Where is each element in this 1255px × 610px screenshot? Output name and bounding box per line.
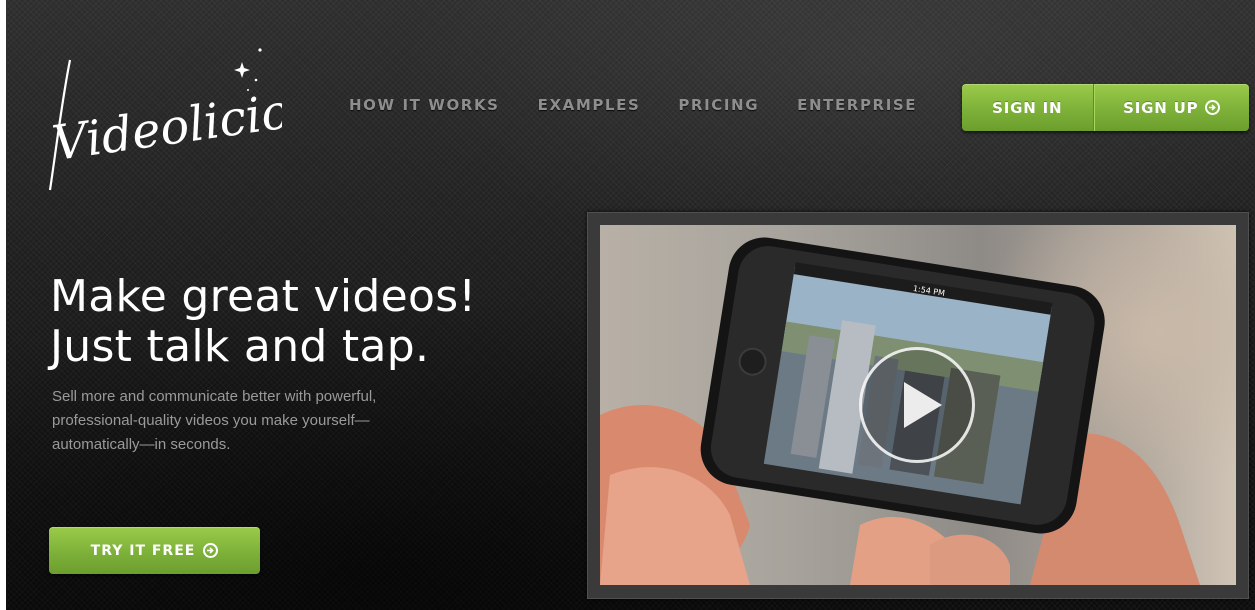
video-player[interactable]: 1:54 PM: [600, 225, 1236, 585]
hero-description: Sell more and communicate better with po…: [52, 388, 377, 453]
sign-up-label: SIGN UP: [1123, 98, 1199, 117]
play-button[interactable]: [859, 347, 975, 463]
sparkle-icon: [234, 48, 262, 91]
nav-examples[interactable]: EXAMPLES: [538, 96, 641, 114]
circle-arrow-right-icon: [203, 543, 219, 558]
hero-headline: Make great videos! Just talk and tap.: [50, 272, 476, 372]
headline-line-2: Just talk and tap.: [50, 321, 430, 372]
circle-arrow-right-icon: [1205, 100, 1221, 115]
play-icon: [904, 382, 942, 428]
video-player-frame: 1:54 PM: [587, 212, 1249, 599]
nav-how-it-works[interactable]: HOW IT WORKS: [349, 96, 500, 114]
headline-line-1: Make great videos!: [50, 271, 477, 322]
nav-pricing[interactable]: PRICING: [678, 96, 759, 114]
main-nav: HOW IT WORKS EXAMPLES PRICING ENTERPRISE: [349, 96, 917, 114]
hero-section: Videolicious HOW IT WORKS EXAMPLES PRICI…: [6, 0, 1255, 610]
try-it-free-label: TRY IT FREE: [90, 542, 196, 559]
sign-in-label: SIGN IN: [992, 98, 1063, 117]
page: Videolicious HOW IT WORKS EXAMPLES PRICI…: [0, 0, 1255, 610]
try-it-free-button[interactable]: TRY IT FREE: [49, 527, 260, 574]
auth-button-group: SIGN IN SIGN UP: [962, 84, 1249, 131]
logo[interactable]: Videolicious: [42, 40, 349, 200]
sign-in-button[interactable]: SIGN IN: [962, 84, 1094, 131]
sign-up-button[interactable]: SIGN UP: [1093, 84, 1249, 131]
nav-enterprise[interactable]: ENTERPRISE: [797, 96, 917, 114]
